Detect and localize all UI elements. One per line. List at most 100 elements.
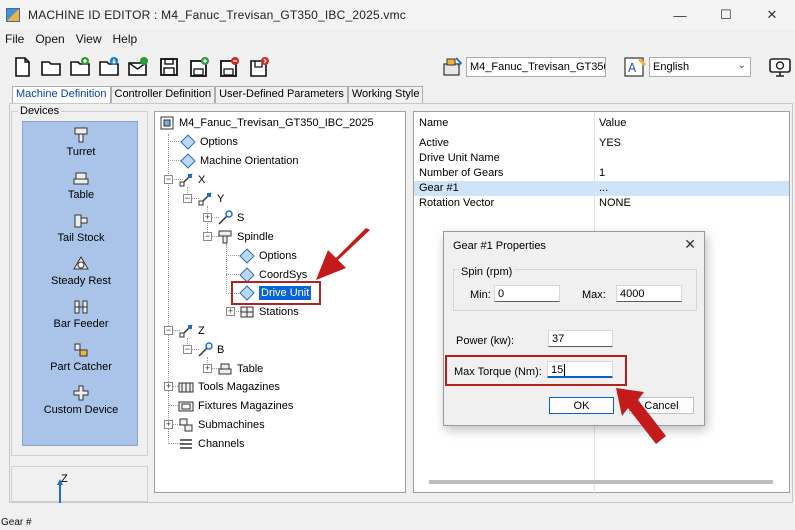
tree-item-label: Y	[217, 193, 225, 205]
save-remove-icon[interactable]	[218, 56, 240, 78]
title-bar: MACHINE ID EDITOR : M4_Fanuc_Trevisan_GT…	[0, 0, 795, 30]
device-bar-feeder[interactable]: Bar Feeder	[23, 298, 139, 330]
tab-strip: Machine Definition Controller Definition…	[12, 86, 424, 104]
property-value[interactable]: 1	[599, 167, 605, 179]
property-value[interactable]: NONE	[599, 197, 631, 209]
maximize-button[interactable]: ☐	[703, 0, 749, 30]
bar-feeder-icon	[72, 298, 90, 316]
tree-item-x[interactable]: X	[178, 171, 205, 189]
tree-item-fixtures-magazines[interactable]: Fixtures Magazines	[178, 397, 293, 415]
tree-item-table[interactable]: Table	[217, 360, 263, 378]
menu-view[interactable]: View	[71, 32, 108, 46]
max-rpm-input[interactable]: 4000	[616, 285, 682, 302]
new-file-icon[interactable]	[11, 56, 33, 78]
tree-item-spindle-options[interactable]: Options	[239, 247, 297, 265]
collapse-z-toggle[interactable]: −	[164, 326, 173, 335]
property-value[interactable]: ...	[599, 182, 608, 194]
rotary-axis-icon	[217, 210, 233, 226]
min-rpm-value: 0	[498, 288, 505, 300]
save-add-icon[interactable]	[188, 56, 210, 78]
device-custom-device-label: Custom Device	[43, 404, 119, 416]
expand-submachines-toggle[interactable]: +	[164, 420, 173, 429]
property-row-selected[interactable]: Gear #1 ...	[414, 181, 789, 196]
status-bar: Gear #	[0, 517, 795, 530]
column-header-name: Name	[419, 117, 449, 129]
monitor-icon[interactable]	[768, 56, 792, 78]
device-custom-device[interactable]: Custom Device	[23, 384, 139, 416]
tab-working-style[interactable]: Working Style	[347, 86, 424, 103]
save-icon[interactable]	[158, 56, 180, 78]
device-table[interactable]: Table	[23, 169, 139, 201]
svg-text:A: A	[628, 61, 637, 75]
property-name: Number of Gears	[419, 167, 504, 179]
machine-select-value: M4_Fanuc_Trevisan_GT350	[470, 61, 606, 73]
devices-panel: Turret Table Tail Stock Steady Rest Bar …	[22, 121, 138, 446]
collapse-y-toggle[interactable]: −	[183, 194, 192, 203]
tree-item-stations[interactable]: Stations	[239, 303, 299, 321]
tree-item-label: B	[217, 344, 225, 356]
min-rpm-input[interactable]: 0	[494, 285, 560, 302]
expand-tools-magazines-toggle[interactable]: +	[164, 382, 173, 391]
minimize-button[interactable]: —	[657, 0, 703, 30]
tree-item-tools-magazines[interactable]: Tools Magazines	[178, 378, 280, 396]
device-steady-rest[interactable]: Steady Rest	[23, 255, 139, 287]
tree-item-submachines[interactable]: Submachines	[178, 416, 265, 434]
tree-item-label: Channels	[198, 438, 245, 450]
ok-button[interactable]: OK	[549, 397, 614, 414]
export-icon[interactable]	[98, 56, 120, 78]
tree-root[interactable]: M4_Fanuc_Trevisan_GT350_IBC_2025	[159, 114, 374, 132]
device-tail-stock[interactable]: Tail Stock	[23, 212, 139, 244]
mail-icon[interactable]	[127, 56, 149, 78]
part-catcher-icon	[72, 341, 90, 359]
device-tail-stock-label: Tail Stock	[57, 232, 105, 244]
collapse-x-toggle[interactable]: −	[164, 175, 173, 184]
collapse-b-toggle[interactable]: −	[183, 345, 192, 354]
save-export-icon[interactable]	[248, 56, 270, 78]
property-row[interactable]: Active YES	[414, 136, 789, 151]
collapse-spindle-toggle[interactable]: −	[203, 232, 212, 241]
tree-item-options[interactable]: Options	[180, 133, 238, 151]
max-rpm-value: 4000	[620, 288, 645, 300]
machine-select[interactable]: M4_Fanuc_Trevisan_GT350 ⌄	[466, 57, 606, 77]
import-icon[interactable]	[69, 56, 91, 78]
tab-user-defined-parameters[interactable]: User-Defined Parameters	[215, 86, 348, 103]
device-part-catcher[interactable]: Part Catcher	[23, 341, 139, 373]
drive-unit-highlight	[231, 281, 321, 305]
tail-stock-icon	[72, 212, 90, 230]
power-input[interactable]: 37	[548, 330, 613, 347]
tree-item-z[interactable]: Z	[178, 322, 205, 340]
chevron-down-icon: ⌄	[737, 60, 746, 71]
property-row[interactable]: Rotation Vector NONE	[414, 196, 789, 211]
tree-item-label: S	[237, 212, 245, 224]
expand-stations-toggle[interactable]: +	[226, 307, 235, 316]
tree-item-s[interactable]: S	[217, 209, 244, 227]
power-value: 37	[552, 333, 565, 345]
horizontal-scrollbar[interactable]	[429, 480, 773, 484]
tab-controller-definition[interactable]: Controller Definition	[110, 86, 216, 103]
expand-s-toggle[interactable]: +	[203, 213, 212, 222]
tab-machine-definition[interactable]: Machine Definition	[12, 86, 111, 104]
language-select-value: English	[653, 61, 690, 73]
tree-item-y[interactable]: Y	[197, 190, 224, 208]
menu-open[interactable]: Open	[30, 32, 70, 46]
tree-item-machine-orientation[interactable]: Machine Orientation	[180, 152, 298, 170]
tree-item-channels[interactable]: Channels	[178, 435, 244, 453]
open-folder-icon[interactable]	[40, 56, 62, 78]
tree-root-label: M4_Fanuc_Trevisan_GT350_IBC_2025	[179, 117, 374, 129]
menu-file[interactable]: File	[0, 32, 30, 46]
table-icon	[72, 169, 90, 187]
property-row[interactable]: Number of Gears 1	[414, 166, 789, 181]
device-turret[interactable]: Turret	[23, 126, 139, 158]
tree-item-b[interactable]: B	[197, 341, 224, 359]
expand-table-toggle[interactable]: +	[203, 364, 212, 373]
language-select[interactable]: English ⌄	[649, 57, 751, 77]
property-name: Gear #1	[419, 182, 459, 194]
tree-item-spindle[interactable]: Spindle	[217, 228, 274, 246]
toolbar: M4_Fanuc_Trevisan_GT350 ⌄ A English ⌄	[0, 50, 795, 84]
property-row[interactable]: Drive Unit Name	[414, 151, 789, 166]
annotation-arrow-icon	[316, 228, 370, 280]
property-value[interactable]: YES	[599, 137, 621, 149]
close-button[interactable]: ✕	[749, 0, 795, 30]
dialog-close-icon[interactable]: ✕	[684, 236, 696, 253]
menu-help[interactable]: Help	[108, 32, 144, 46]
